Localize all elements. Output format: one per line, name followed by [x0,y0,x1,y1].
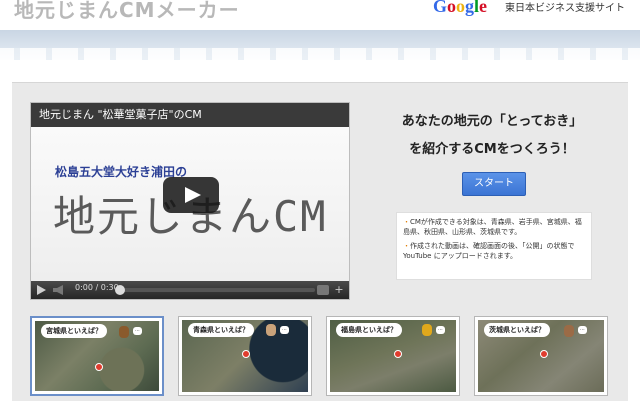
google-logo[interactable]: Google [433,0,487,17]
header-banner [0,30,640,60]
thumbnail-caption: 福島県といえば？ [336,323,402,337]
thumbnail-map-image: 茨城県といえば？ ··· [478,320,604,392]
video-controls: 0:00 / 0:30 + [31,281,349,299]
mascot-icon [119,326,129,338]
info-item-text: CMが作成できる対象は、青森県、岩手県、宮城県、福島県、秋田県、山形県、茨城県で… [403,218,582,236]
info-item: ・作成された動画は、確認画面の後、「公開」の状態でYouTube にアップロード… [403,241,585,261]
bullet-icon: ・ [403,218,410,226]
video-player[interactable]: 地元じまん "松華堂菓子店"のCM 松島五大堂大好き浦田の 地元じまんCM 0:… [30,102,350,300]
start-button[interactable]: スタート [462,172,526,196]
banner-brush-stroke [0,48,640,60]
video-frame[interactable]: 松島五大堂大好き浦田の 地元じまんCM [31,127,349,281]
play-button[interactable] [163,177,219,213]
mascot-speech-bubble: ··· [578,326,587,334]
google-logo-letter: g [465,0,475,16]
thumbnail-aomori[interactable]: 青森県といえば？ ··· [178,316,312,396]
promo-headline-line1: あなたの地元の「とっておき」 [401,114,583,129]
play-icon [185,187,201,203]
info-box: ・CMが作成できる対象は、青森県、岩手県、宮城県、福島県、秋田県、山形県、茨城県… [396,212,592,280]
mascot-speech-bubble: ··· [133,327,142,335]
volume-icon[interactable] [53,285,63,295]
map-pin-icon [540,350,548,358]
thumbnail-caption: 宮城県といえば？ [41,324,107,338]
map-pin-icon [242,350,250,358]
google-logo-letter: G [433,0,448,16]
thumbnail-map-image: 福島県といえば？ ··· [330,320,456,392]
header: 地元じまんCMメーカー Google 東日本ビジネス支援サイト [0,0,640,30]
video-time: 0:00 / 0:30 [75,283,119,292]
mascot-speech-bubble: ··· [436,326,445,334]
thumbnail-ibaraki[interactable]: 茨城県といえば？ ··· [474,316,608,396]
thumbnail-miyagi[interactable]: 宮城県といえば？ ··· [30,316,164,396]
thumbnail-map-image: 青森県といえば？ ··· [182,320,308,392]
google-logo-letter: e [479,0,488,16]
thumbnail-fukushima[interactable]: 福島県といえば？ ··· [326,316,460,396]
site-title[interactable]: 地元じまんCMメーカー [14,0,240,23]
thumbnail-caption: 茨城県といえば？ [484,323,550,337]
quality-icon[interactable] [317,285,329,295]
google-logo-letter: o [456,0,466,16]
mascot-icon [266,324,276,336]
promo-headline-line2: を紹介するCMをつくろう！ [409,142,575,157]
google-logo-letter: o [447,0,457,16]
bullet-icon: ・ [403,242,410,250]
video-title[interactable]: 地元じまん "松華堂菓子店"のCM [31,103,349,127]
thumbnail-map-image: 宮城県といえば？ ··· [35,321,159,391]
mascot-icon [422,324,432,336]
map-pin-icon [95,363,103,371]
header-tagline[interactable]: 東日本ビジネス支援サイト [505,0,625,14]
fullscreen-icon[interactable]: + [333,284,345,296]
progress-track[interactable] [115,288,315,292]
map-pin-icon [394,350,402,358]
mascot-speech-bubble: ··· [280,326,289,334]
info-item-text: 作成された動画は、確認画面の後、「公開」の状態でYouTube にアップロードさ… [403,242,575,260]
mascot-icon [564,325,574,337]
progress-knob[interactable] [115,285,125,295]
thumbnail-caption: 青森県といえば？ [188,323,254,337]
control-play-icon[interactable] [37,285,46,295]
info-item: ・CMが作成できる対象は、青森県、岩手県、宮城県、福島県、秋田県、山形県、茨城県… [403,217,585,237]
